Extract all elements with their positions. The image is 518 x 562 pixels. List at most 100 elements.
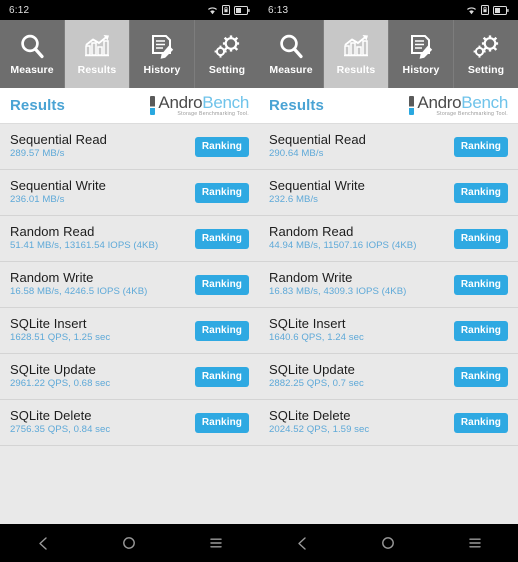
ranking-button[interactable]: Ranking xyxy=(194,366,249,387)
result-value: 289.57 MB/s xyxy=(10,148,65,160)
result-row[interactable]: Random Read 44.94 MB/s, 11507.16 IOPS (4K… xyxy=(259,216,518,262)
ranking-button[interactable]: Ranking xyxy=(453,274,508,295)
ranking-button[interactable]: Ranking xyxy=(194,274,249,295)
nav-back-button[interactable] xyxy=(278,524,326,562)
dual-screenshot-composite: 6:12 Measure Results History Setting Results A… xyxy=(0,0,518,562)
main-tab-bar: Measure Results History Setting xyxy=(259,20,518,88)
back-icon[interactable] xyxy=(296,536,309,551)
tab-setting[interactable]: Setting xyxy=(195,20,259,88)
result-row[interactable]: Random Write 16.83 MB/s, 4309.3 IOPS (4KB… xyxy=(259,262,518,308)
result-value: 1640.6 QPS, 1.24 sec xyxy=(269,332,364,344)
result-row[interactable]: SQLite Delete 2024.52 QPS, 1.59 sec Rankin… xyxy=(259,400,518,446)
recents-icon[interactable] xyxy=(468,537,482,549)
logo-word-bench: Bench xyxy=(202,92,249,112)
main-tab-bar: Measure Results History Setting xyxy=(0,20,259,88)
result-row-text: SQLite Update 2882.25 QPS, 0.7 sec xyxy=(269,362,364,390)
result-row[interactable]: SQLite Update 2961.22 QPS, 0.68 sec Rankin… xyxy=(0,354,259,400)
result-title: Random Read xyxy=(269,224,354,240)
result-row[interactable]: SQLite Insert 1640.6 QPS, 1.24 sec Ranking xyxy=(259,308,518,354)
ranking-button[interactable]: Ranking xyxy=(453,366,508,387)
logo-word-andro: Andro xyxy=(417,92,462,112)
logo-mark-icon xyxy=(409,95,415,115)
ranking-button[interactable]: Ranking xyxy=(453,228,508,249)
recents-icon[interactable] xyxy=(209,537,223,549)
home-icon[interactable] xyxy=(122,536,136,550)
page-header: Results AndroBench Storage Benchmarking To… xyxy=(0,88,259,124)
result-title: SQLite Insert xyxy=(10,316,87,332)
result-row-text: SQLite Delete 2756.35 QPS, 0.84 sec xyxy=(10,408,110,436)
tab-history[interactable]: History xyxy=(130,20,195,88)
tab-results[interactable]: Results xyxy=(324,20,389,88)
result-row-text: SQLite Delete 2024.52 QPS, 1.59 sec xyxy=(269,408,370,436)
nav-home-button[interactable] xyxy=(105,524,153,562)
bar-chart-icon xyxy=(83,34,111,60)
magnifier-icon xyxy=(19,33,46,61)
home-icon[interactable] xyxy=(381,536,395,550)
result-title: SQLite Delete xyxy=(10,408,92,424)
result-title: SQLite Update xyxy=(10,362,96,378)
result-row[interactable]: Sequential Write 236.01 MB/s Ranking xyxy=(0,170,259,216)
android-nav-bar xyxy=(259,524,518,562)
result-value: 290.64 MB/s xyxy=(269,148,324,160)
tab-history[interactable]: History xyxy=(389,20,454,88)
ranking-button[interactable]: Ranking xyxy=(194,182,249,203)
tab-label: Setting xyxy=(208,64,246,77)
ranking-button[interactable]: Ranking xyxy=(453,182,508,203)
result-row[interactable]: Random Write 16.58 MB/s, 4246.5 IOPS (4KB… xyxy=(0,262,259,308)
result-row[interactable]: Sequential Read 290.64 MB/s Ranking xyxy=(259,124,518,170)
logo-mark-icon xyxy=(150,95,156,115)
result-value: 1628.51 QPS, 1.25 sec xyxy=(10,332,111,344)
magnifier-icon xyxy=(278,33,305,61)
page-header: Results AndroBench Storage Benchmarking To… xyxy=(259,88,518,124)
result-value: 232.6 MB/s xyxy=(269,194,319,206)
tab-label: Results xyxy=(77,64,117,77)
logo-word-andro: Andro xyxy=(158,92,203,112)
result-row-text: Sequential Read 290.64 MB/s xyxy=(269,132,366,160)
ranking-button[interactable]: Ranking xyxy=(453,412,508,433)
tab-measure[interactable]: Measure xyxy=(0,20,65,88)
result-value: 2024.52 QPS, 1.59 sec xyxy=(269,424,370,436)
battery-icon xyxy=(493,5,509,15)
bar-chart-icon xyxy=(342,34,370,60)
battery-icon xyxy=(234,5,250,15)
page-title: Results xyxy=(10,97,65,114)
result-value: 236.01 MB/s xyxy=(10,194,65,206)
result-title: Sequential Write xyxy=(10,178,106,194)
result-row-text: Random Read 44.94 MB/s, 11507.16 IOPS (4K… xyxy=(269,224,417,252)
result-row[interactable]: Sequential Read 289.57 MB/s Ranking xyxy=(0,124,259,170)
wifi-icon xyxy=(207,6,218,15)
result-row[interactable]: SQLite Delete 2756.35 QPS, 0.84 sec Rankin… xyxy=(0,400,259,446)
result-row[interactable]: SQLite Update 2882.25 QPS, 0.7 sec Ranking xyxy=(259,354,518,400)
result-row-text: SQLite Insert 1628.51 QPS, 1.25 sec xyxy=(10,316,111,344)
result-row-text: Sequential Write 236.01 MB/s xyxy=(10,178,106,206)
gears-icon xyxy=(213,34,241,60)
result-row[interactable]: SQLite Insert 1628.51 QPS, 1.25 sec Rankin… xyxy=(0,308,259,354)
status-icon-group xyxy=(207,5,250,15)
result-value: 51.41 MB/s, 13161.54 IOPS (4KB) xyxy=(10,240,159,252)
ranking-button[interactable]: Ranking xyxy=(194,136,249,157)
tab-results[interactable]: Results xyxy=(65,20,130,88)
ranking-button[interactable]: Ranking xyxy=(194,320,249,341)
nav-recents-button[interactable] xyxy=(451,524,499,562)
gears-icon xyxy=(472,34,500,60)
tab-label: History xyxy=(143,64,181,77)
ranking-button[interactable]: Ranking xyxy=(453,320,508,341)
status-bar: 6:12 xyxy=(0,0,259,20)
ranking-button[interactable]: Ranking xyxy=(194,412,249,433)
wifi-icon xyxy=(466,6,477,15)
benchmark-results-list: Sequential Read 290.64 MB/s Ranking Sequent… xyxy=(259,124,518,524)
result-row-text: Random Read 51.41 MB/s, 13161.54 IOPS (4K… xyxy=(10,224,159,252)
tab-measure[interactable]: Measure xyxy=(259,20,324,88)
result-row[interactable]: Sequential Write 232.6 MB/s Ranking xyxy=(259,170,518,216)
ranking-button[interactable]: Ranking xyxy=(453,136,508,157)
sim-lock-icon xyxy=(481,5,489,15)
result-row[interactable]: Random Read 51.41 MB/s, 13161.54 IOPS (4K… xyxy=(0,216,259,262)
nav-home-button[interactable] xyxy=(364,524,412,562)
ranking-button[interactable]: Ranking xyxy=(194,228,249,249)
back-icon[interactable] xyxy=(37,536,50,551)
nav-recents-button[interactable] xyxy=(192,524,240,562)
nav-back-button[interactable] xyxy=(19,524,67,562)
tab-setting[interactable]: Setting xyxy=(454,20,518,88)
benchmark-results-list: Sequential Read 289.57 MB/s Ranking Sequent… xyxy=(0,124,259,524)
android-nav-bar xyxy=(0,524,259,562)
